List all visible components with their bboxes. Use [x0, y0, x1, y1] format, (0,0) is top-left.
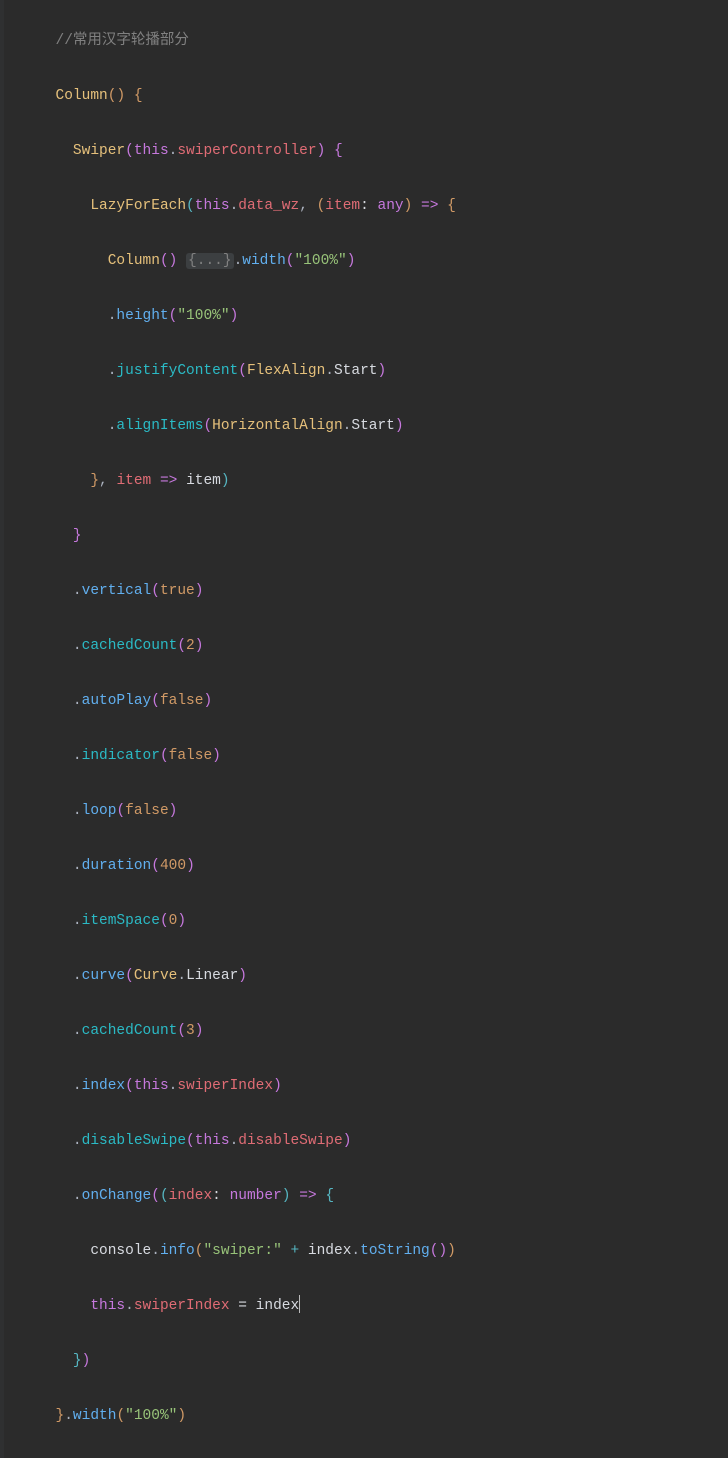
code-line: }): [4, 1348, 728, 1376]
code-line: }, item => item): [4, 468, 728, 496]
code-line: console.info("swiper:" + index.toString(…: [4, 1238, 728, 1266]
code-line: .alignItems(HorizontalAlign.Start): [4, 413, 728, 441]
comment: //常用汉字轮播部分: [56, 33, 189, 49]
code-line: .disableSwipe(this.disableSwipe): [4, 1128, 728, 1156]
text-cursor: [299, 1295, 300, 1313]
code-line: }.width("100%"): [4, 1403, 728, 1431]
code-line: }: [4, 523, 728, 551]
code-line: //常用汉字轮播部分: [4, 28, 728, 56]
code-line: .cachedCount(2): [4, 633, 728, 661]
code-line: .autoPlay(false): [4, 688, 728, 716]
code-line: .itemSpace(0): [4, 908, 728, 936]
code-line: .vertical(true): [4, 578, 728, 606]
code-line: Swiper(this.swiperController) {: [4, 138, 728, 166]
code-line: .justifyContent(FlexAlign.Start): [4, 358, 728, 386]
code-line: LazyForEach(this.data_wz, (item: any) =>…: [4, 193, 728, 221]
code-line: .onChange((index: number) => {: [4, 1183, 728, 1211]
code-editor[interactable]: //常用汉字轮播部分 Column() { Swiper(this.swiper…: [0, 0, 728, 1458]
code-line: this.swiperIndex = index: [4, 1293, 728, 1321]
code-line: Column() {: [4, 83, 728, 111]
code-line: .cachedCount(3): [4, 1018, 728, 1046]
code-line: .curve(Curve.Linear): [4, 963, 728, 991]
code-line: .index(this.swiperIndex): [4, 1073, 728, 1101]
code-line: .indicator(false): [4, 743, 728, 771]
code-line: .duration(400): [4, 853, 728, 881]
code-line: .loop(false): [4, 798, 728, 826]
code-line: .height("100%"): [4, 303, 728, 331]
code-fold[interactable]: {...}: [186, 253, 234, 269]
code-line: Column() {...}.width("100%"): [4, 248, 728, 276]
